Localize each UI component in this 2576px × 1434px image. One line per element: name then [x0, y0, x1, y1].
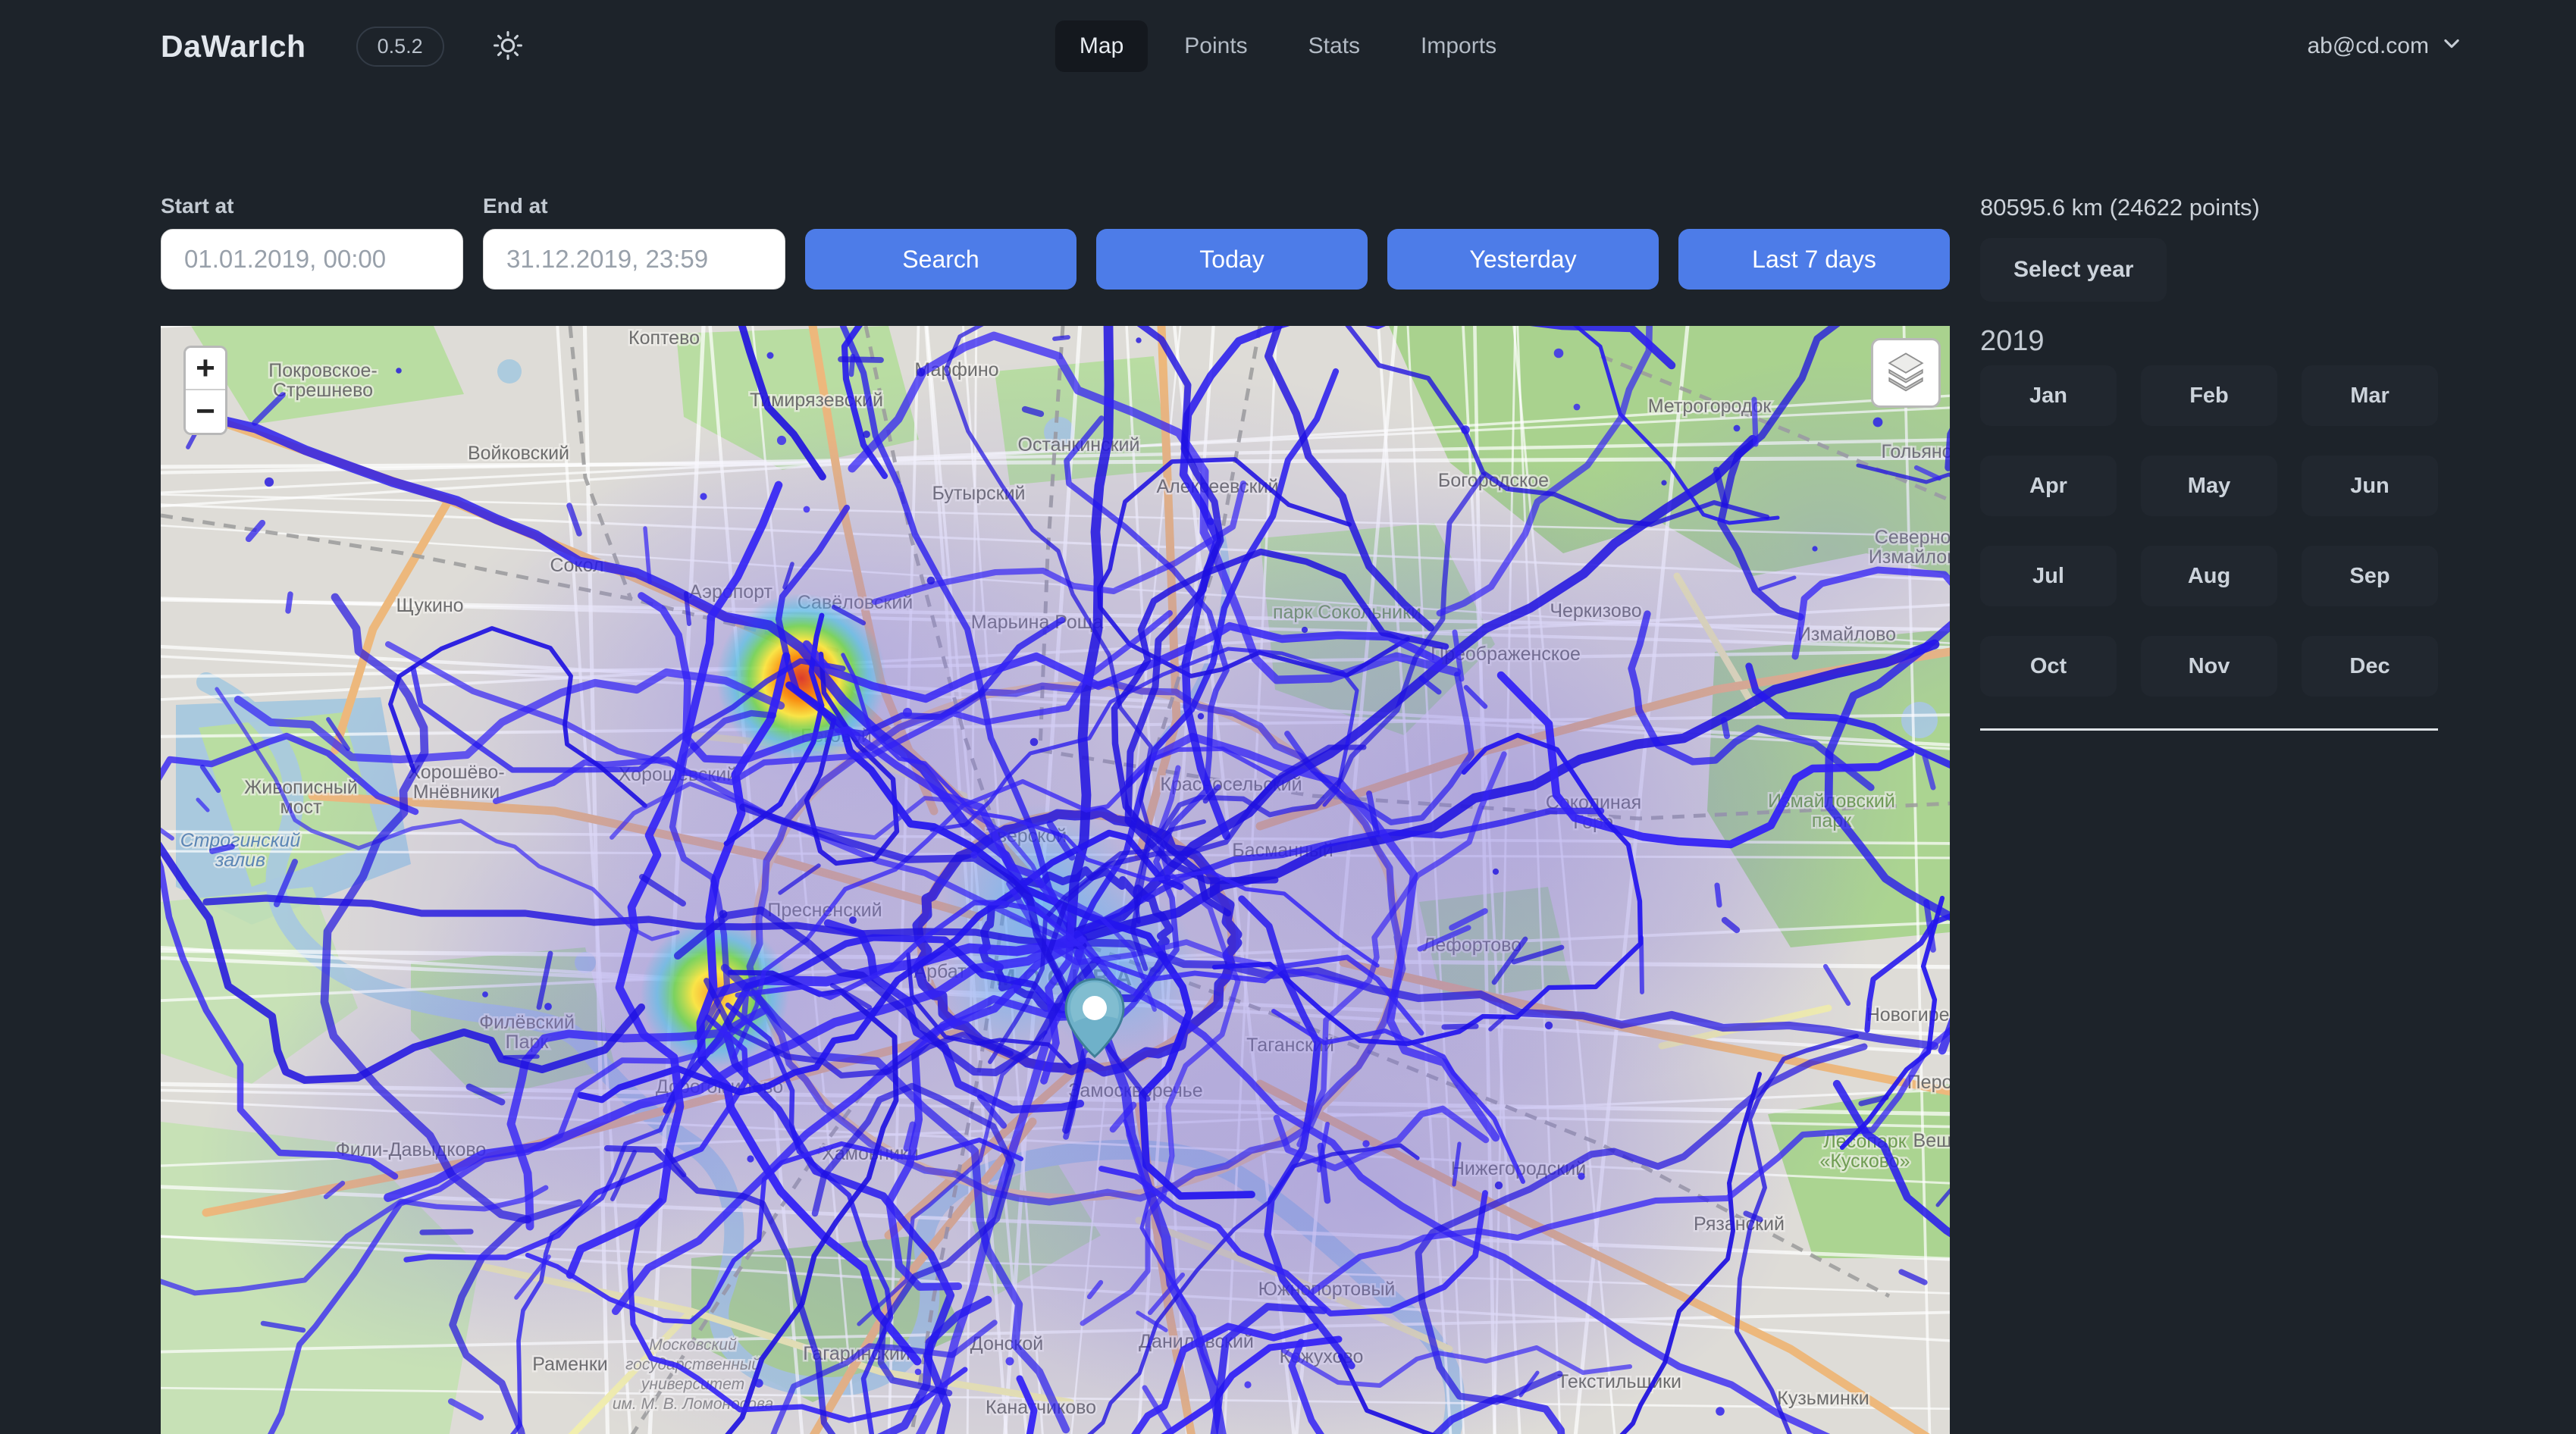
month-button-aug[interactable]: Aug: [2141, 546, 2277, 606]
last-7-days-button[interactable]: Last 7 days: [1678, 229, 1950, 290]
month-button-dec[interactable]: Dec: [2302, 636, 2438, 697]
page-content: Start at End at Search Today Yesterday L…: [0, 194, 2576, 1434]
right-sidebar: 80595.6 km (24622 points) Select year 20…: [1980, 194, 2438, 1434]
version-badge: 0.5.2: [356, 27, 444, 67]
main-tabs: Map Points Stats Imports: [1055, 20, 1521, 72]
month-button-oct[interactable]: Oct: [1980, 636, 2117, 697]
layers-icon: [1884, 349, 1928, 397]
sun-icon: [491, 29, 525, 64]
account-menu[interactable]: ab@cd.com: [2307, 33, 2462, 60]
month-button-apr[interactable]: Apr: [1980, 456, 2117, 516]
month-button-jul[interactable]: Jul: [1980, 546, 2117, 606]
start-at-field-group: Start at: [161, 194, 463, 290]
end-at-input[interactable]: [483, 229, 785, 290]
map-label: Войковский: [468, 443, 569, 464]
search-button[interactable]: Search: [805, 229, 1076, 290]
tab-points[interactable]: Points: [1160, 20, 1271, 72]
map-layers-control[interactable]: [1871, 338, 1941, 408]
month-button-may[interactable]: May: [2141, 456, 2277, 516]
month-button-mar[interactable]: Mar: [2302, 365, 2438, 426]
sidebar-divider: [1980, 728, 2438, 731]
year-heading: 2019: [1980, 324, 2438, 358]
map-label: Кузьминки: [1777, 1388, 1869, 1409]
map-label: Новогиреево: [1866, 1004, 1950, 1025]
tab-stats[interactable]: Stats: [1284, 20, 1384, 72]
map-label: Коптево: [628, 327, 700, 349]
app-logo: DaWarIch: [161, 29, 306, 64]
start-at-input[interactable]: [161, 229, 463, 290]
filter-bar: Start at End at Search Today Yesterday L…: [161, 194, 1950, 290]
months-grid: Jan Feb Mar Apr May Jun Jul Aug Sep Oct …: [1980, 365, 2438, 697]
month-button-jan[interactable]: Jan: [1980, 365, 2117, 426]
map-container[interactable]: КоптевоМарфиноТимирязевскийОстанкинскийМ…: [161, 326, 1950, 1434]
tab-map[interactable]: Map: [1055, 20, 1148, 72]
map-label: Вешняки: [1913, 1130, 1950, 1151]
zoom-out-button[interactable]: −: [186, 390, 225, 433]
map-marker-pin[interactable]: [1058, 976, 1131, 1065]
yesterday-button[interactable]: Yesterday: [1387, 229, 1659, 290]
end-at-label: End at: [483, 194, 785, 218]
select-year-button[interactable]: Select year: [1980, 238, 2167, 302]
month-button-sep[interactable]: Sep: [2302, 546, 2438, 606]
end-at-field-group: End at: [483, 194, 785, 290]
month-button-jun[interactable]: Jun: [2302, 456, 2438, 516]
map-zoom-control: + −: [183, 346, 227, 435]
today-button[interactable]: Today: [1096, 229, 1368, 290]
month-button-feb[interactable]: Feb: [2141, 365, 2277, 426]
tab-imports[interactable]: Imports: [1396, 20, 1521, 72]
start-at-label: Start at: [161, 194, 463, 218]
zoom-in-button[interactable]: +: [186, 348, 225, 390]
month-button-nov[interactable]: Nov: [2141, 636, 2277, 697]
theme-toggle-button[interactable]: [491, 29, 525, 64]
top-navbar: DaWarIch 0.5.2 Map Points Stats Imports …: [0, 0, 2576, 92]
account-email: ab@cd.com: [2307, 33, 2429, 59]
chevron-down-icon: [2441, 33, 2462, 60]
map-canvas: КоптевоМарфиноТимирязевскийОстанкинскийМ…: [161, 326, 1950, 1434]
distance-stats: 80595.6 km (24622 points): [1980, 194, 2438, 221]
